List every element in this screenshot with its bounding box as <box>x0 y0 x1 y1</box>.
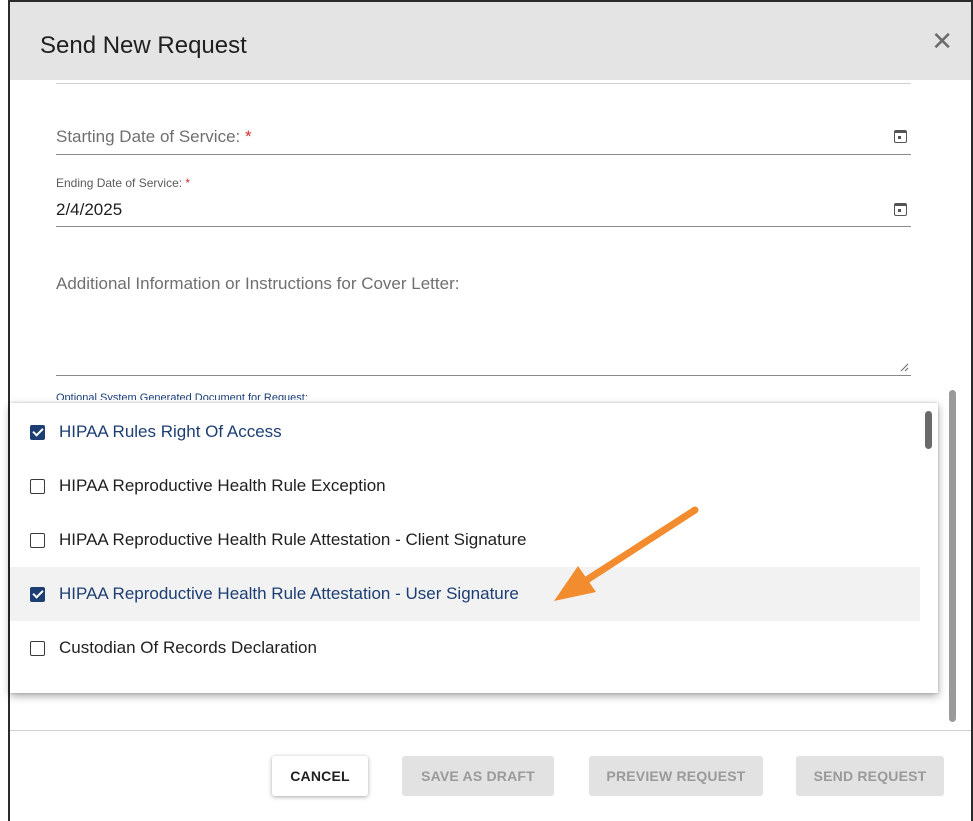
dialog-scrollbar[interactable] <box>949 390 956 722</box>
optional-document-label: Optional System Generated Document for R… <box>56 392 308 400</box>
footer-divider <box>10 730 971 731</box>
option-custodian-of-records[interactable]: Custodian Of Records Declaration <box>10 621 920 675</box>
divider <box>56 83 911 84</box>
option-attestation-client-signature[interactable]: HIPAA Reproductive Health Rule Attestati… <box>10 513 920 567</box>
option-label: Custodian Of Records Declaration <box>59 638 317 657</box>
starting-date-field[interactable]: Starting Date of Service: * <box>56 119 911 155</box>
checkbox-unchecked-icon[interactable] <box>30 532 45 548</box>
option-hipaa-right-of-access[interactable]: HIPAA Rules Right Of Access <box>10 405 920 459</box>
preview-request-button[interactable]: PREVIEW REQUEST <box>589 756 763 796</box>
checkbox-checked-icon[interactable] <box>30 424 45 440</box>
send-request-button[interactable]: SEND REQUEST <box>796 756 944 796</box>
option-attestation-user-signature[interactable]: HIPAA Reproductive Health Rule Attestati… <box>10 567 920 621</box>
annotation-arrow-icon <box>554 506 699 601</box>
option-reproductive-health-exception[interactable]: HIPAA Reproductive Health Rule Exception <box>10 459 920 513</box>
additional-info-textarea[interactable]: Additional Information or Instructions f… <box>56 266 911 376</box>
document-dropdown-list: HIPAA Rules Right Of Access HIPAA Reprod… <box>10 403 938 693</box>
save-as-draft-button[interactable]: SAVE AS DRAFT <box>402 756 554 796</box>
checkbox-unchecked-icon[interactable] <box>30 478 45 494</box>
dialog-header: Send New Request ✕ <box>10 0 971 80</box>
dialog-title: Send New Request <box>40 32 247 59</box>
resize-handle-icon[interactable] <box>900 363 909 372</box>
calendar-icon[interactable] <box>894 130 907 143</box>
option-label: HIPAA Reproductive Health Rule Exception <box>59 476 386 495</box>
cancel-button[interactable]: CANCEL <box>272 756 368 796</box>
checkbox-checked-icon[interactable] <box>30 586 45 602</box>
dropdown-scrollbar-thumb[interactable] <box>925 411 932 449</box>
ending-date-value: 2/4/2025 <box>56 200 123 219</box>
additional-info-placeholder: Additional Information or Instructions f… <box>56 274 460 293</box>
option-label: HIPAA Reproductive Health Rule Attestati… <box>59 584 519 603</box>
option-label: HIPAA Rules Right Of Access <box>59 422 282 441</box>
calendar-icon[interactable] <box>894 203 907 216</box>
starting-date-label: Starting Date of Service: * <box>56 127 252 146</box>
option-label: HIPAA Reproductive Health Rule Attestati… <box>59 530 527 549</box>
close-icon[interactable]: ✕ <box>931 28 953 54</box>
ending-date-field[interactable]: Ending Date of Service: * 2/4/2025 <box>56 172 911 227</box>
checkbox-unchecked-icon[interactable] <box>30 640 45 656</box>
ending-date-label: Ending Date of Service: * <box>56 176 191 190</box>
